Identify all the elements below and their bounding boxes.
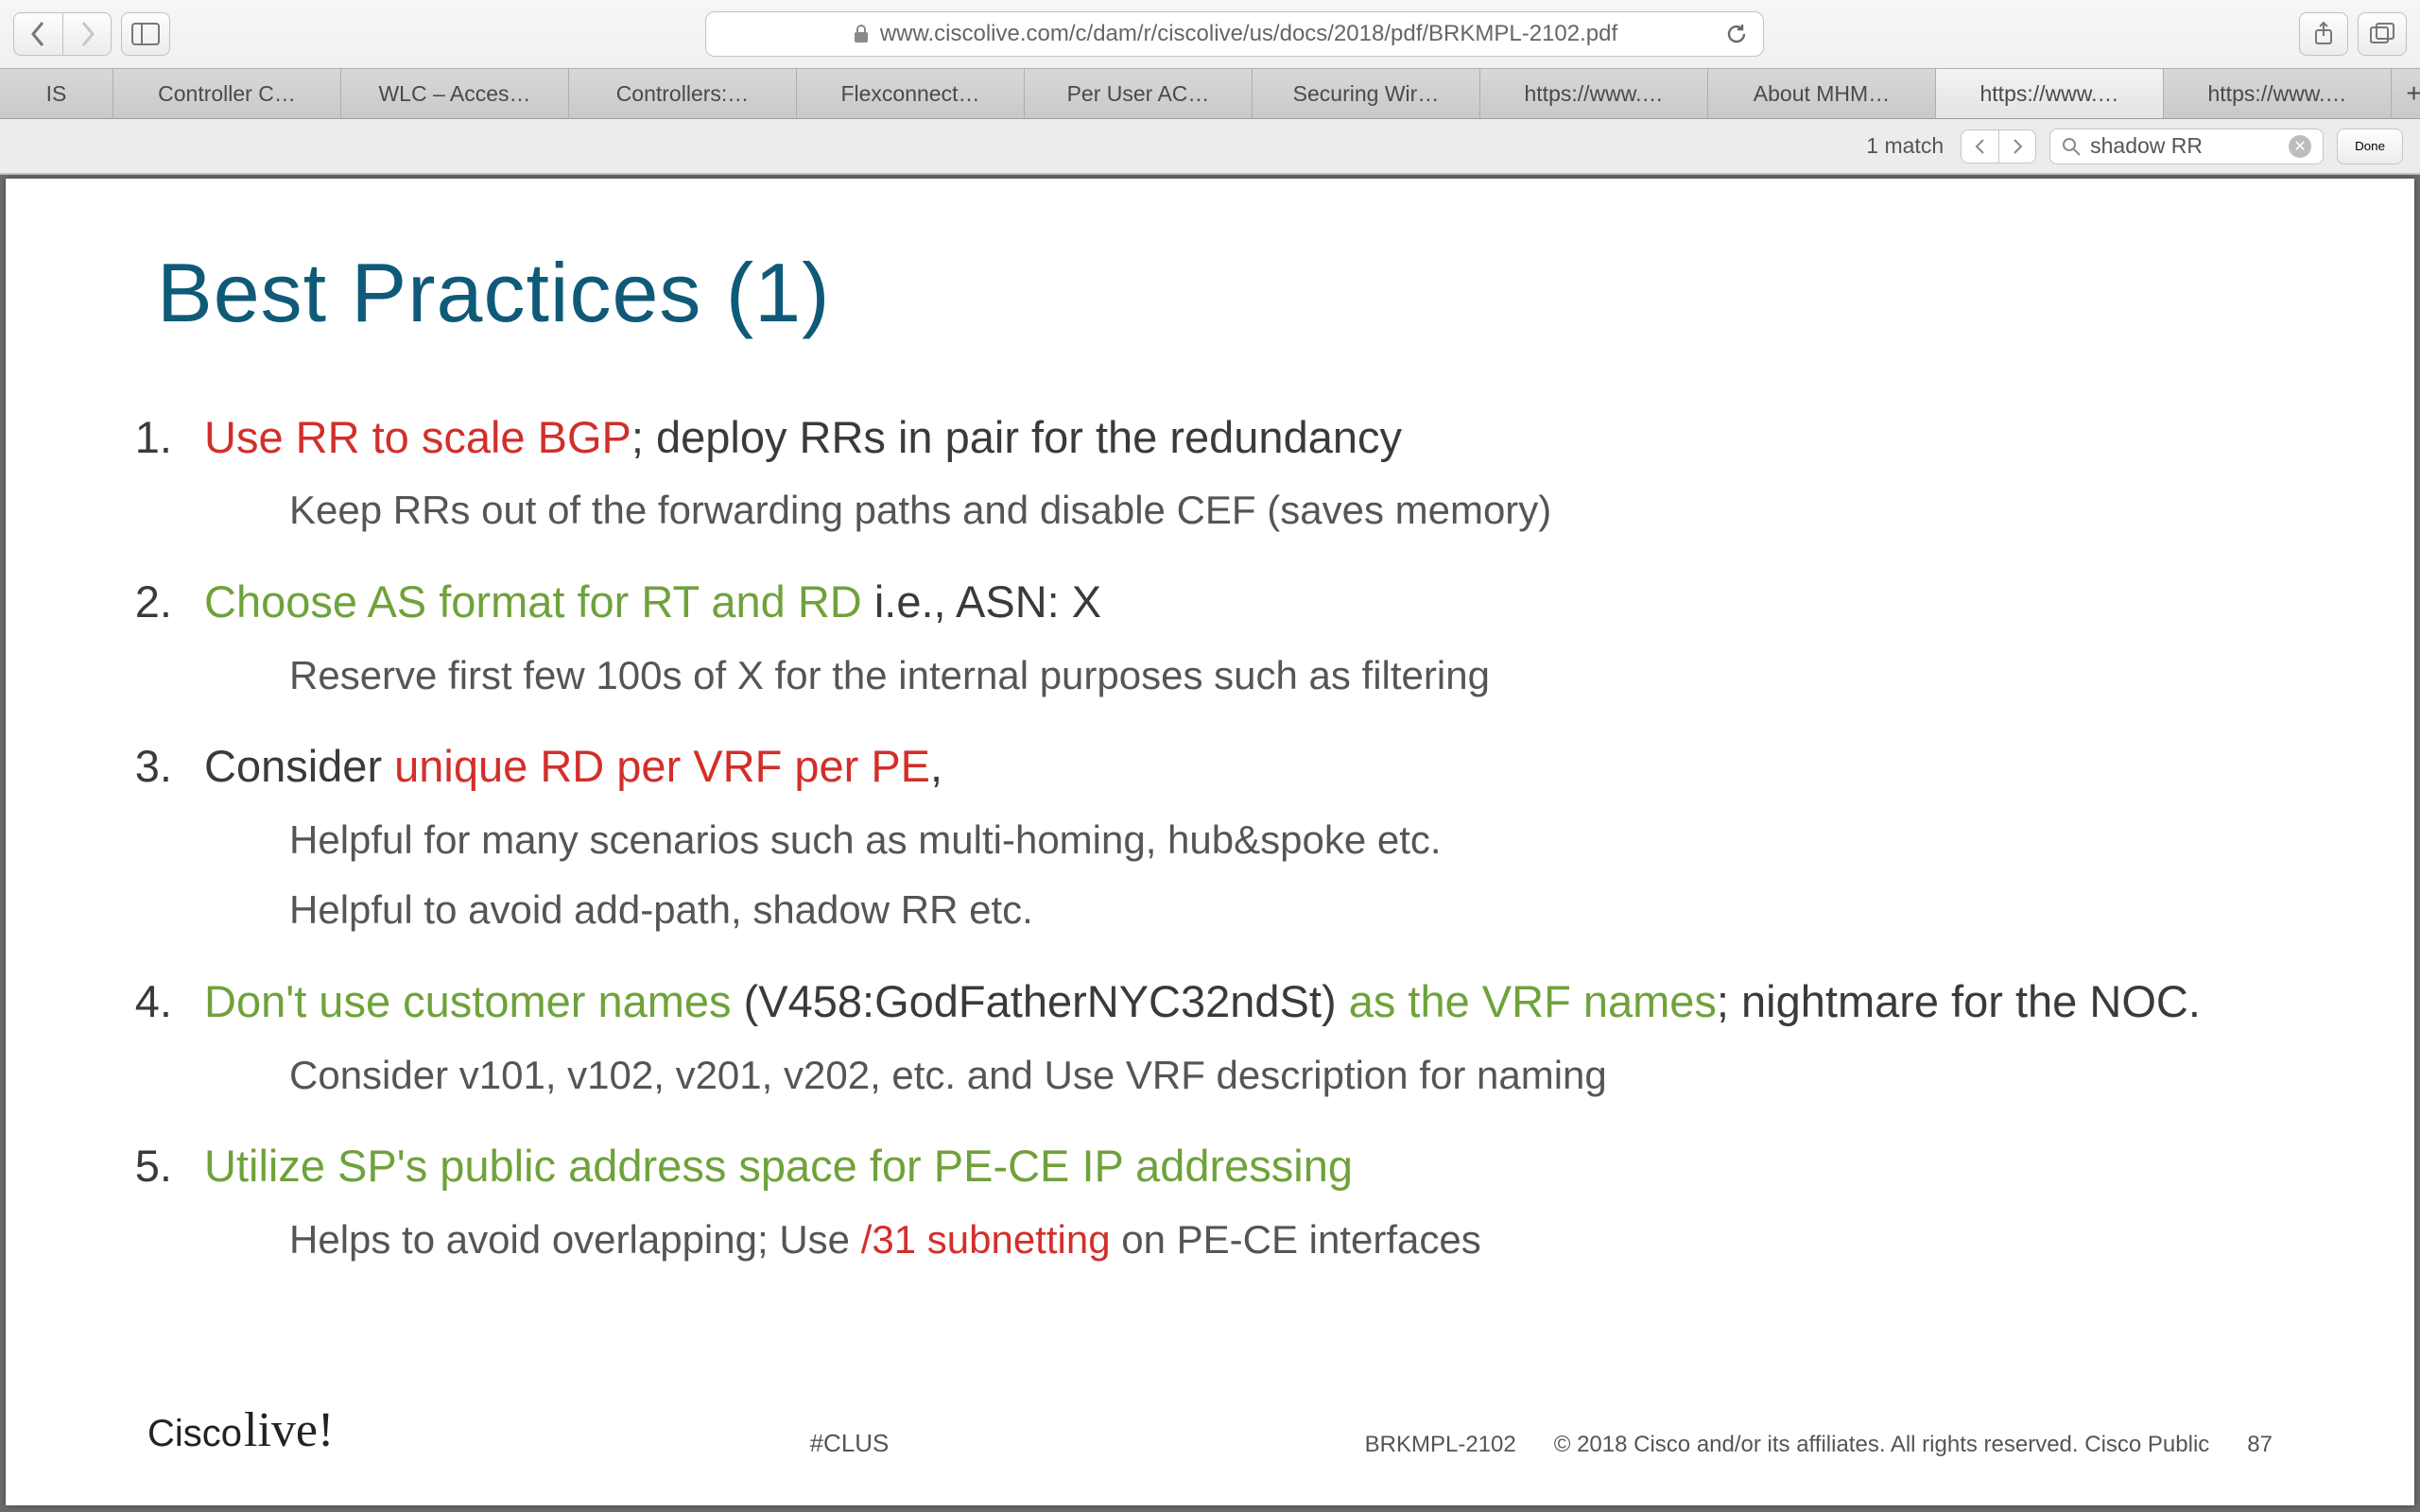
footer-session-code: BRKMPL-2102 — [1365, 1432, 1516, 1458]
tab-10[interactable]: https://www.… — [2164, 69, 2392, 118]
nav-back-forward — [13, 12, 112, 56]
find-bar: 1 match shadow RR ✕ Done — [0, 119, 2420, 174]
browser-chrome: www.ciscolive.com/c/dam/r/ciscolive/us/d… — [0, 0, 2420, 175]
search-icon — [2062, 137, 2081, 156]
share-button[interactable] — [2299, 12, 2348, 56]
tab-7[interactable]: https://www.… — [1480, 69, 1708, 118]
slide-footer: Ciscolive! #CLUS BRKMPL-2102 © 2018 Cisc… — [119, 1402, 2301, 1468]
list-item: 2. Choose AS format for RT and RD i.e., … — [119, 572, 2301, 702]
list-item: 4. Don't use customer names (V458:GodFat… — [119, 971, 2301, 1102]
toolbar: www.ciscolive.com/c/dam/r/ciscolive/us/d… — [0, 0, 2420, 68]
address-bar-wrap: www.ciscolive.com/c/dam/r/ciscolive/us/d… — [180, 11, 2290, 57]
tab-2[interactable]: WLC – Acces… — [341, 69, 569, 118]
reload-icon[interactable] — [1725, 23, 1748, 45]
find-prev-button[interactable] — [1961, 129, 1998, 163]
tab-1[interactable]: Controller C… — [113, 69, 341, 118]
lock-icon — [852, 24, 871, 44]
tab-bar: IS Controller C… WLC – Acces… Controller… — [0, 68, 2420, 119]
tab-6[interactable]: Securing Wir… — [1253, 69, 1480, 118]
address-bar[interactable]: www.ciscolive.com/c/dam/r/ciscolive/us/d… — [705, 11, 1764, 57]
sidebar-toggle-button[interactable] — [121, 12, 170, 56]
tab-8[interactable]: About MHM… — [1708, 69, 1936, 118]
find-query-text: shadow RR — [2090, 133, 2203, 159]
pdf-viewport[interactable]: Best Practices (1) 1. Use RR to scale BG… — [0, 175, 2420, 1512]
pdf-page: Best Practices (1) 1. Use RR to scale BG… — [6, 179, 2414, 1505]
find-done-button[interactable]: Done — [2337, 129, 2403, 164]
list-item: 5. Utilize SP's public address space for… — [119, 1136, 2301, 1266]
back-button[interactable] — [13, 12, 62, 56]
footer-page-number: 87 — [2247, 1432, 2273, 1458]
list-item: 1. Use RR to scale BGP; deploy RRs in pa… — [119, 407, 2301, 538]
new-tab-button[interactable]: + — [2392, 69, 2420, 118]
find-input[interactable]: shadow RR ✕ — [2049, 129, 2324, 164]
tabs-overview-button[interactable] — [2358, 12, 2407, 56]
slide-title: Best Practices (1) — [157, 245, 2301, 341]
list-item: 3. Consider unique RD per VRF per PE, He… — [119, 736, 2301, 937]
tab-5[interactable]: Per User AC… — [1025, 69, 1253, 118]
find-nav-group — [1961, 129, 2036, 163]
find-next-button[interactable] — [1998, 129, 2036, 163]
footer-copyright: © 2018 Cisco and/or its affiliates. All … — [1554, 1432, 2210, 1458]
tab-4[interactable]: Flexconnect… — [797, 69, 1025, 118]
tab-0[interactable]: IS — [0, 69, 113, 118]
url-text: www.ciscolive.com/c/dam/r/ciscolive/us/d… — [880, 21, 1617, 47]
find-match-count: 1 match — [1866, 133, 1944, 159]
clear-find-icon[interactable]: ✕ — [2289, 135, 2311, 158]
forward-button[interactable] — [62, 12, 112, 56]
tab-3[interactable]: Controllers:… — [569, 69, 797, 118]
cisco-live-logo: Ciscolive! — [147, 1402, 334, 1458]
tab-9[interactable]: https://www.… — [1936, 69, 2164, 118]
best-practices-list: 1. Use RR to scale BGP; deploy RRs in pa… — [119, 407, 2301, 1300]
footer-hashtag: #CLUS — [810, 1429, 890, 1458]
